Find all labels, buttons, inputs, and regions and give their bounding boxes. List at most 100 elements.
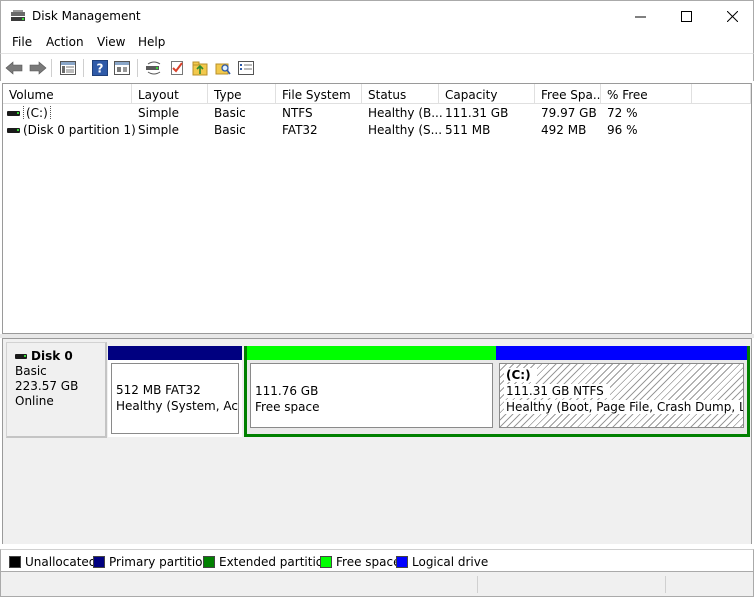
legend-swatch bbox=[93, 556, 105, 568]
forward-button[interactable] bbox=[28, 58, 48, 78]
legend-extended-partition: Extended partition bbox=[203, 555, 331, 569]
column-header-percent-free[interactable]: % Free bbox=[601, 84, 692, 104]
toolbar-separator bbox=[51, 59, 52, 77]
menu-action[interactable]: Action bbox=[46, 35, 84, 49]
partition-size: 111.76 GB bbox=[255, 384, 319, 398]
partition-system[interactable]: 512 MB FAT32 Healthy (System, Activ bbox=[108, 346, 242, 437]
disk-drive-icon bbox=[15, 353, 27, 359]
partition-size: 512 MB FAT32 bbox=[116, 383, 201, 397]
column-header-type[interactable]: Type bbox=[208, 84, 276, 104]
search-folder-icon bbox=[215, 63, 231, 75]
partition-c-drive[interactable]: (C:) 111.31 GB NTFS Healthy (Boot, Page … bbox=[496, 346, 747, 431]
rescan-disks-button[interactable] bbox=[144, 58, 164, 78]
column-header-status[interactable]: Status bbox=[362, 84, 439, 104]
volume-name: (Disk 0 partition 1) bbox=[23, 123, 136, 137]
back-button[interactable] bbox=[4, 58, 24, 78]
partition-body: (C:) 111.31 GB NTFS Healthy (Boot, Page … bbox=[499, 363, 744, 428]
volume-drive-icon bbox=[7, 128, 20, 133]
menu-file[interactable]: File bbox=[12, 35, 32, 49]
menu-view[interactable]: View bbox=[97, 35, 125, 49]
disk-list-view-button[interactable] bbox=[58, 58, 78, 78]
disk-management-app-icon bbox=[10, 9, 26, 23]
partition-type-bar bbox=[108, 346, 242, 360]
table-row[interactable]: (C:) Simple Basic NTFS Healthy (B... 111… bbox=[3, 105, 751, 122]
column-header-free-space[interactable]: Free Spa... bbox=[535, 84, 601, 104]
export-button[interactable] bbox=[190, 58, 210, 78]
search-button[interactable] bbox=[213, 58, 233, 78]
status-bar bbox=[0, 571, 754, 597]
legend-free-space: Free space bbox=[320, 555, 400, 569]
properties-button[interactable] bbox=[112, 58, 132, 78]
close-button[interactable] bbox=[709, 1, 754, 32]
column-header-file-system[interactable]: File System bbox=[276, 84, 362, 104]
svg-text:?: ? bbox=[97, 62, 104, 76]
legend-swatch bbox=[320, 556, 332, 568]
check-disk-button[interactable] bbox=[167, 58, 187, 78]
back-arrow-icon bbox=[5, 61, 23, 75]
status-bar-divider bbox=[477, 576, 478, 593]
volume-capacity: 511 MB bbox=[445, 123, 491, 137]
legend-label: Primary partition bbox=[109, 555, 211, 569]
volume-name: (C:) bbox=[23, 106, 51, 120]
volume-drive-icon bbox=[7, 111, 20, 116]
volume-percent-free: 72 % bbox=[607, 106, 638, 120]
disk-state: Online bbox=[15, 394, 54, 408]
legend-label: Extended partition bbox=[219, 555, 331, 569]
volume-free-space: 79.97 GB bbox=[541, 106, 597, 120]
close-icon bbox=[726, 11, 738, 22]
volume-layout: Simple bbox=[138, 106, 179, 120]
help-button[interactable]: ? bbox=[90, 58, 110, 78]
check-disk-icon bbox=[171, 61, 183, 75]
volume-type: Basic bbox=[214, 106, 246, 120]
disk-size: 223.57 GB bbox=[15, 379, 79, 393]
volume-type: Basic bbox=[214, 123, 246, 137]
partition-free-space[interactable]: 111.76 GB Free space bbox=[247, 346, 496, 431]
disk-type: Basic bbox=[15, 364, 47, 378]
disk-0-label[interactable]: Disk 0 Basic 223.57 GB Online bbox=[6, 342, 107, 438]
volume-list[interactable]: Volume Layout Type File System Status Ca… bbox=[2, 83, 752, 334]
partition-drive-letter: (C:) bbox=[504, 368, 537, 382]
properties-icon bbox=[114, 61, 130, 75]
disk-name: Disk 0 bbox=[31, 349, 73, 363]
settings-list-icon bbox=[238, 61, 254, 75]
partition-body: 512 MB FAT32 Healthy (System, Activ bbox=[111, 363, 239, 434]
partition-type-bar bbox=[247, 346, 496, 360]
partition-size: 111.31 GB NTFS bbox=[504, 384, 610, 398]
minimize-button[interactable] bbox=[617, 1, 663, 32]
column-header-capacity[interactable]: Capacity bbox=[439, 84, 535, 104]
forward-arrow-icon bbox=[29, 61, 47, 75]
settings-button[interactable] bbox=[236, 58, 256, 78]
legend-unallocated: Unallocated bbox=[9, 555, 96, 569]
partition-status: Free space bbox=[255, 400, 320, 414]
legend-logical-drive: Logical drive bbox=[396, 555, 488, 569]
legend-swatch bbox=[396, 556, 408, 568]
partition-body: 111.76 GB Free space bbox=[250, 363, 493, 428]
window-title: Disk Management bbox=[32, 9, 141, 23]
title-bar: Disk Management bbox=[0, 0, 754, 31]
column-header-volume[interactable]: Volume bbox=[3, 84, 132, 104]
partition-status: Healthy (System, Activ bbox=[116, 399, 238, 413]
volume-file-system: NTFS bbox=[282, 106, 313, 120]
legend-bar: Unallocated Primary partition Extended p… bbox=[0, 549, 754, 571]
volume-percent-free: 96 % bbox=[607, 123, 638, 137]
help-icon: ? bbox=[92, 60, 108, 76]
legend-label: Logical drive bbox=[412, 555, 489, 569]
legend-label: Unallocated bbox=[25, 555, 97, 569]
status-bar-divider bbox=[665, 576, 666, 593]
partition-status: Healthy (Boot, Page File, Crash Dump, Lo… bbox=[504, 400, 743, 414]
maximize-button[interactable] bbox=[663, 1, 709, 32]
legend-swatch bbox=[9, 556, 21, 568]
legend-primary-partition: Primary partition bbox=[93, 555, 210, 569]
maximize-icon bbox=[680, 11, 692, 22]
legend-swatch bbox=[203, 556, 215, 568]
volume-layout: Simple bbox=[138, 123, 179, 137]
minimize-icon bbox=[634, 16, 646, 18]
column-header-layout[interactable]: Layout bbox=[132, 84, 208, 104]
disk-list-view-icon bbox=[60, 61, 76, 75]
export-folder-icon bbox=[192, 61, 208, 76]
table-row[interactable]: (Disk 0 partition 1) Simple Basic FAT32 … bbox=[3, 122, 751, 139]
disk-graphical-view[interactable]: Disk 0 Basic 223.57 GB Online 512 MB FAT… bbox=[2, 338, 752, 544]
rescan-disks-icon bbox=[146, 61, 161, 75]
menu-help[interactable]: Help bbox=[138, 35, 165, 49]
volume-status: Healthy (B... bbox=[368, 106, 443, 120]
